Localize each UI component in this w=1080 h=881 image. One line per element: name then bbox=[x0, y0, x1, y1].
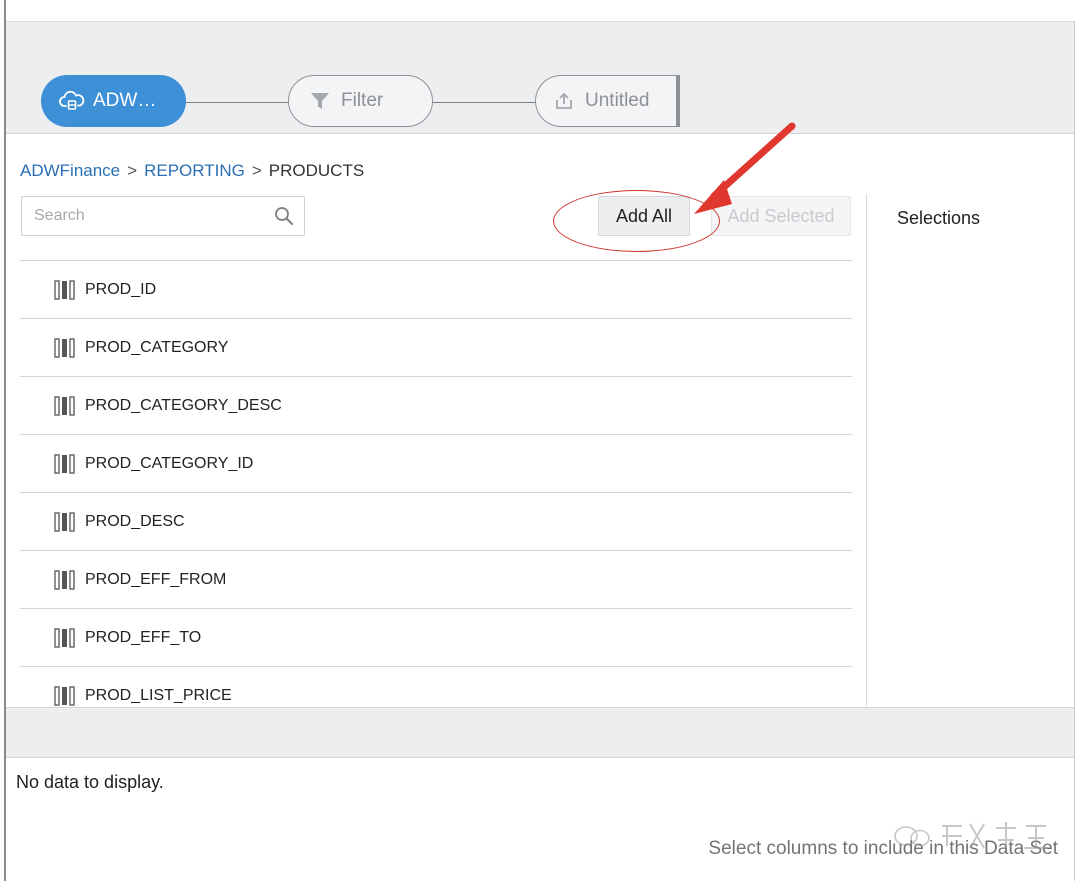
column-list-item-prod-category-id[interactable]: PROD_CATEGORY_ID bbox=[20, 435, 852, 493]
column-list-item-prod-category-desc[interactable]: PROD_CATEGORY_DESC bbox=[20, 377, 852, 435]
column-bars-icon bbox=[54, 511, 75, 532]
empty-preview-message: No data to display. bbox=[16, 772, 164, 792]
column-name: PROD_CATEGORY bbox=[85, 338, 229, 356]
preview-header-bar bbox=[6, 707, 1074, 758]
search-icon[interactable] bbox=[274, 206, 294, 226]
column-name: PROD_DESC bbox=[85, 512, 185, 530]
column-bars-icon bbox=[54, 569, 75, 590]
column-name: PROD_EFF_FROM bbox=[85, 570, 227, 588]
column-bars-icon bbox=[54, 395, 75, 416]
column-bars-icon bbox=[54, 453, 75, 474]
column-list-item-prod-id[interactable]: PROD_ID bbox=[20, 261, 852, 319]
funnel-icon bbox=[307, 90, 333, 112]
watermark-logo bbox=[894, 822, 1048, 849]
panel-divider bbox=[866, 194, 867, 706]
pipeline-node-output[interactable]: Untitled bbox=[535, 75, 680, 127]
pipeline-connector bbox=[180, 102, 290, 103]
breadcrumb-separator: > bbox=[251, 161, 262, 180]
pipeline-node-output-label: Untitled bbox=[585, 90, 650, 111]
column-bars-icon bbox=[54, 685, 75, 706]
column-bars-icon bbox=[54, 627, 75, 648]
pipeline-node-source[interactable]: ADW… bbox=[41, 75, 186, 127]
breadcrumb-separator: > bbox=[127, 161, 138, 180]
pipeline-node-filter-label: Filter bbox=[341, 90, 384, 111]
column-name: PROD_CATEGORY_DESC bbox=[85, 396, 282, 414]
cloud-database-icon bbox=[59, 90, 85, 112]
column-list: PROD_ID PROD_CATEGORY PROD_CATEGORY_DESC bbox=[20, 260, 852, 706]
column-list-item-prod-list-price[interactable]: PROD_LIST_PRICE bbox=[20, 667, 852, 706]
column-list-item-prod-eff-from[interactable]: PROD_EFF_FROM bbox=[20, 551, 852, 609]
breadcrumb-item-connection[interactable]: ADWFinance bbox=[20, 161, 120, 180]
add-selected-button[interactable]: Add Selected bbox=[711, 196, 851, 236]
upload-icon bbox=[551, 90, 577, 112]
pipeline-connector bbox=[427, 102, 537, 103]
column-bars-icon bbox=[54, 279, 75, 300]
dataflow-pipeline: ADW… Filter Untitled bbox=[6, 22, 1074, 134]
column-list-item-prod-category[interactable]: PROD_CATEGORY bbox=[20, 319, 852, 377]
column-name: PROD_LIST_PRICE bbox=[85, 686, 232, 704]
pipeline-node-source-label: ADW… bbox=[93, 90, 157, 111]
column-bars-icon bbox=[54, 337, 75, 358]
column-list-item-prod-desc[interactable]: PROD_DESC bbox=[20, 493, 852, 551]
search-input[interactable] bbox=[22, 197, 262, 235]
column-name: PROD_ID bbox=[85, 280, 157, 298]
top-strip bbox=[6, 0, 1075, 22]
breadcrumb: ADWFinance > REPORTING > PRODUCTS bbox=[20, 161, 364, 181]
pipeline-node-filter[interactable]: Filter bbox=[288, 75, 433, 127]
add-all-button[interactable]: Add All bbox=[598, 196, 690, 236]
breadcrumb-item-schema[interactable]: REPORTING bbox=[144, 161, 245, 180]
search-box bbox=[21, 196, 305, 236]
column-list-item-prod-eff-to[interactable]: PROD_EFF_TO bbox=[20, 609, 852, 667]
breadcrumb-item-table: PRODUCTS bbox=[268, 161, 365, 180]
column-name: PROD_CATEGORY_ID bbox=[85, 454, 254, 472]
selections-title: Selections bbox=[897, 208, 981, 228]
column-name: PROD_EFF_TO bbox=[85, 628, 202, 646]
